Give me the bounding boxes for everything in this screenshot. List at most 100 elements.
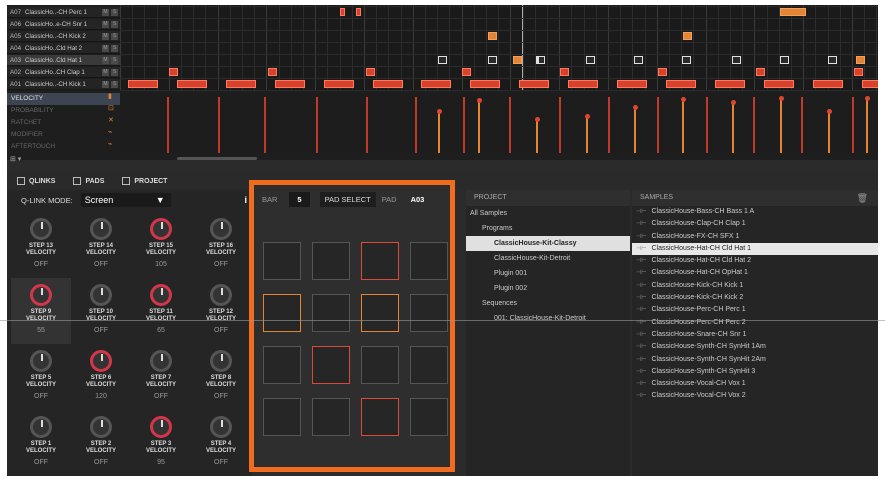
velocity-handle[interactable] — [826, 109, 832, 114]
qlink-knob[interactable]: STEP 3 VELOCITY 95 — [131, 410, 191, 476]
velocity-handle[interactable] — [632, 105, 638, 110]
knob-dial[interactable] — [90, 416, 112, 438]
qlink-knob[interactable]: STEP 11 VELOCITY 65 — [131, 278, 191, 344]
mute-button[interactable]: M — [102, 56, 109, 64]
sample-item[interactable]: ⊣⊢ ClassicHouse-Kick-CH Kick 1 — [632, 280, 878, 292]
knob-dial[interactable] — [210, 218, 232, 240]
sample-item[interactable]: ⊣⊢ ClassicHouse-Synth-CH SynHit 2Am — [632, 354, 878, 366]
track-row[interactable]: A05 ClassicHo..-CH Kick 2 MS — [7, 31, 120, 42]
sample-item[interactable]: ⊣⊢ ClassicHouse-Hat-CH OpHat 1 — [632, 267, 878, 279]
velocity-bar[interactable] — [316, 97, 318, 153]
note-event[interactable] — [683, 32, 692, 40]
note-event[interactable] — [854, 68, 863, 76]
project-item[interactable]: ClassicHouse-Kit-Detroit — [466, 251, 630, 266]
mute-button[interactable]: M — [102, 68, 109, 76]
track-row[interactable]: A02 ClassicHo..CH Clap 1 MS — [7, 67, 120, 78]
track-row[interactable]: A01 ClassicHo..-CH Kick 1 MS — [7, 79, 120, 90]
note-grid[interactable] — [120, 5, 878, 91]
sample-item[interactable]: ⊣⊢ ClassicHouse-Vocal-CH Vox 2 — [632, 390, 878, 402]
sample-item[interactable]: ⊣⊢ ClassicHouse-Hat-CH Cld Hat 2 — [632, 255, 878, 267]
velocity-bar[interactable] — [264, 97, 266, 153]
tab-qlinks[interactable]: QLINKS — [17, 177, 55, 185]
note-event[interactable] — [372, 80, 403, 88]
pad[interactable] — [312, 242, 350, 280]
mute-button[interactable]: M — [102, 80, 109, 88]
sample-item[interactable]: ⊣⊢ ClassicHouse-FX-CH SFX 1 — [632, 231, 878, 243]
note-event[interactable] — [356, 8, 361, 16]
velocity-bar[interactable] — [559, 97, 561, 153]
solo-button[interactable]: S — [111, 56, 118, 64]
pad[interactable] — [263, 346, 301, 384]
project-item[interactable]: Plugin 002 — [466, 281, 630, 296]
sample-item[interactable]: ⊣⊢ ClassicHouse-Bass-CH Bass 1 A — [632, 206, 878, 218]
note-event[interactable] — [462, 68, 471, 76]
note-event[interactable] — [665, 80, 696, 88]
qlink-knob[interactable]: STEP 1 VELOCITY OFF — [11, 410, 71, 476]
info-icon[interactable]: i — [244, 195, 247, 205]
velocity-bar[interactable] — [706, 97, 708, 153]
velocity-bar[interactable] — [753, 97, 755, 153]
project-item[interactable]: Programs — [466, 221, 630, 236]
note-event[interactable] — [780, 8, 806, 16]
note-event[interactable] — [861, 80, 878, 88]
note-event[interactable] — [323, 80, 354, 88]
mute-button[interactable]: M — [102, 20, 109, 28]
velocity-bar[interactable] — [415, 97, 417, 153]
knob-dial[interactable] — [90, 284, 112, 306]
velocity-handle[interactable] — [730, 100, 736, 105]
velocity-bar[interactable] — [438, 111, 440, 153]
velocity-bar[interactable] — [509, 97, 511, 153]
param-velocity[interactable]: VELOCITY ▮ — [7, 93, 120, 105]
note-event[interactable] — [780, 56, 789, 64]
velocity-bar[interactable] — [536, 119, 538, 153]
velocity-bar[interactable] — [732, 102, 734, 153]
sample-item[interactable]: ⊣⊢ ClassicHouse-Clap-CH Clap 1 — [632, 218, 878, 230]
velocity-handle[interactable] — [864, 96, 870, 101]
qlink-knob[interactable]: STEP 16 VELOCITY OFF — [191, 212, 251, 278]
note-event[interactable] — [828, 56, 837, 64]
velocity-handle[interactable] — [680, 97, 686, 102]
note-event[interactable] — [519, 80, 550, 88]
track-row[interactable]: A07 ClassicHo..-CH Perc 1 MS — [7, 7, 120, 18]
pad[interactable] — [263, 398, 301, 436]
knob-dial[interactable] — [150, 218, 172, 240]
velocity-bar[interactable] — [634, 107, 636, 153]
knob-dial[interactable] — [210, 416, 232, 438]
qlink-mode-select[interactable]: Screen ▼ — [80, 193, 171, 207]
knob-dial[interactable] — [30, 284, 52, 306]
qlink-knob[interactable]: STEP 14 VELOCITY OFF — [71, 212, 131, 278]
knob-dial[interactable] — [210, 350, 232, 372]
bar-value[interactable]: 5 — [289, 191, 310, 207]
tab-pads[interactable]: PADS — [73, 177, 104, 185]
trash-icon[interactable]: 🗑 — [857, 193, 868, 204]
note-event[interactable] — [658, 68, 667, 76]
velocity-bar[interactable] — [167, 97, 169, 153]
qlink-knob[interactable]: STEP 9 VELOCITY 55 — [11, 278, 71, 344]
knob-dial[interactable] — [90, 218, 112, 240]
note-event[interactable] — [274, 80, 305, 88]
velocity-bar[interactable] — [478, 100, 480, 153]
note-event[interactable] — [732, 56, 741, 64]
sample-item[interactable]: ⊣⊢ ClassicHouse-Perc-CH Perc 1 — [632, 304, 878, 316]
param-ratchet[interactable]: RATCHET ✕ — [7, 117, 120, 129]
knob-dial[interactable] — [30, 416, 52, 438]
note-event[interactable] — [421, 80, 452, 88]
pad[interactable] — [410, 294, 448, 332]
note-event[interactable] — [513, 56, 522, 64]
sample-item[interactable]: ⊣⊢ ClassicHouse-Kick-CH Kick 2 — [632, 292, 878, 304]
pad[interactable] — [361, 398, 399, 436]
note-event[interactable] — [856, 56, 865, 64]
velocity-bar[interactable] — [463, 97, 465, 153]
velocity-bar[interactable] — [657, 97, 659, 153]
mute-button[interactable]: M — [102, 32, 109, 40]
solo-button[interactable]: S — [111, 44, 118, 52]
sample-item[interactable]: ⊣⊢ ClassicHouse-Hat-CH Cld Hat 1 — [632, 242, 878, 256]
note-event[interactable] — [340, 8, 345, 16]
qlink-knob[interactable]: STEP 5 VELOCITY OFF — [11, 344, 71, 410]
qlink-knob[interactable]: STEP 15 VELOCITY 105 — [131, 212, 191, 278]
note-event[interactable] — [714, 80, 745, 88]
sample-item[interactable]: ⊣⊢ ClassicHouse-Synth-CH SynHit 3 — [632, 366, 878, 378]
qlink-knob[interactable]: STEP 8 VELOCITY OFF — [191, 344, 251, 410]
pad[interactable] — [263, 242, 301, 280]
sample-item[interactable]: ⊣⊢ ClassicHouse-Vocal-CH Vox 1 — [632, 378, 878, 390]
